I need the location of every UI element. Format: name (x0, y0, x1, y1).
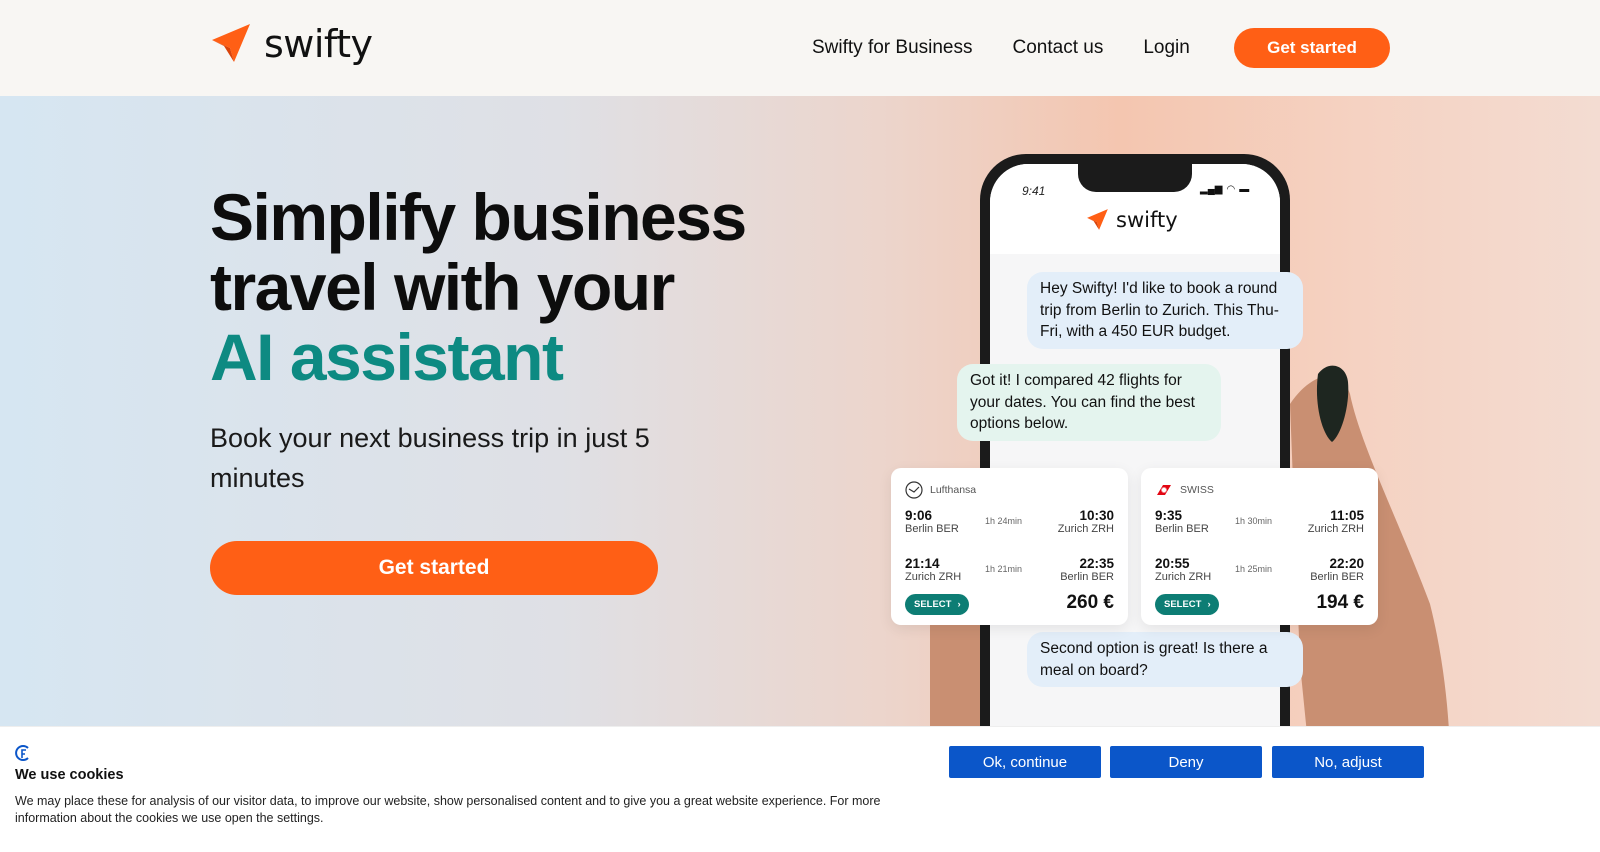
logo-wordmark: swifty (264, 22, 373, 66)
chat-bubble-bot: Got it! I compared 42 flights for your d… (957, 364, 1221, 441)
nav-contact-us[interactable]: Contact us (1013, 37, 1104, 59)
card-footer: SELECT › 260 € (905, 592, 1114, 620)
departure-airport: Berlin BER (905, 523, 959, 535)
flight-card[interactable]: Lufthansa 9:06 Berlin BER 1h 24min 10:30… (891, 468, 1128, 625)
hero-subtitle: Book your next business trip in just 5 m… (210, 423, 650, 493)
header-get-started-button[interactable]: Get started (1234, 28, 1390, 68)
arrival-time: 10:30 (1079, 508, 1114, 523)
departure-time: 20:55 (1155, 556, 1190, 571)
phone-notch (1078, 164, 1192, 192)
cookie-adjust-button[interactable]: No, adjust (1272, 746, 1424, 778)
cookie-description: We may place these for analysis of our v… (15, 794, 881, 825)
signal-icon: ▂▄▆ (1200, 184, 1223, 195)
hero-title-line1: Simplify business (210, 180, 747, 254)
flight-leg-outbound: 9:06 Berlin BER 1h 24min 10:30 Zurich ZR… (905, 508, 1114, 548)
chat-bubble-user: Hey Swifty! I'd like to book a round tri… (1027, 272, 1303, 349)
airline-row: SWISS (1155, 480, 1364, 500)
flight-price: 260 € (1066, 592, 1114, 613)
hero-title-accent: AI assistant (210, 320, 564, 394)
wifi-icon: ◠ (1226, 184, 1236, 195)
flight-leg-return: 21:14 Zurich ZRH 1h 21min 22:35 Berlin B… (905, 556, 1114, 596)
phone-app-logo: swifty (1086, 208, 1178, 232)
select-label: SELECT (914, 599, 952, 610)
swiss-logo-icon (1157, 485, 1171, 495)
flight-duration: 1h 21min (985, 564, 1023, 574)
flight-duration: 1h 25min (1235, 564, 1273, 574)
departure-airport: Berlin BER (1155, 523, 1209, 535)
cookie-title: We use cookies (15, 767, 124, 783)
hero-section: Simplify business travel with your AI as… (0, 96, 1600, 726)
flight-card[interactable]: SWISS 9:35 Berlin BER 1h 30min 11:05 Zur… (1141, 468, 1378, 625)
arrival-time: 22:20 (1329, 556, 1364, 571)
flight-price: 194 € (1316, 592, 1364, 613)
cookie-ok-continue-button[interactable]: Ok, continue (949, 746, 1101, 778)
swifty-logo[interactable]: swifty (210, 22, 373, 66)
departure-time: 21:14 (905, 556, 940, 571)
hero-title-line2: travel with your (210, 250, 675, 324)
cookie-deny-button[interactable]: Deny (1110, 746, 1262, 778)
card-footer: SELECT › 194 € (1155, 592, 1364, 620)
departure-airport: Zurich ZRH (1155, 571, 1212, 583)
arrival-airport: Zurich ZRH (1057, 523, 1114, 535)
airline-name: Lufthansa (930, 484, 977, 496)
arrival-airport: Berlin BER (1310, 571, 1364, 583)
arrival-airport: Zurich ZRH (1307, 523, 1364, 535)
hero-get-started-button[interactable]: Get started (210, 541, 658, 595)
flight-duration: 1h 24min (985, 516, 1023, 526)
flight-duration: 1h 30min (1235, 516, 1273, 526)
phone-app-header: 9:41 ▂▄▆ ◠ ▬ swifty (990, 164, 1280, 254)
select-flight-button[interactable]: SELECT › (905, 594, 969, 615)
airline-name: SWISS (1180, 484, 1214, 496)
nav-swifty-for-business[interactable]: Swifty for Business (812, 37, 973, 59)
phone-app-name: swifty (1116, 208, 1178, 232)
departure-time: 9:06 (905, 508, 933, 523)
airline-row: Lufthansa (905, 480, 1114, 500)
swifty-logo-icon (1087, 209, 1108, 230)
cookie-banner: We use cookies We may place these for an… (0, 726, 1600, 852)
chat-bubble-user: Second option is great! Is there a meal … (1027, 632, 1303, 687)
select-label: SELECT (1164, 599, 1202, 610)
nav-login[interactable]: Login (1143, 37, 1190, 59)
arrival-time: 11:05 (1330, 508, 1364, 523)
swifty-logo-icon (212, 24, 250, 62)
main-nav: Swifty for Business Contact us Login (812, 28, 1230, 68)
lufthansa-logo-icon (905, 481, 923, 499)
phone-status-time: 9:41 (1022, 184, 1046, 198)
cookie-consent-icon (15, 745, 29, 761)
arrival-airport: Berlin BER (1060, 571, 1114, 583)
flight-leg-outbound: 9:35 Berlin BER 1h 30min 11:05 Zurich ZR… (1155, 508, 1364, 548)
arrival-time: 22:35 (1079, 556, 1114, 571)
hero-title: Simplify business travel with your AI as… (210, 182, 810, 392)
phone-status-icons: ▂▄▆ ◠ ▬ (1200, 184, 1249, 195)
departure-airport: Zurich ZRH (905, 571, 962, 583)
site-header: swifty Swifty for Business Contact us Lo… (0, 0, 1600, 96)
battery-icon: ▬ (1239, 184, 1250, 195)
chevron-right-icon: › (957, 599, 961, 610)
chevron-right-icon: › (1207, 599, 1211, 610)
select-flight-button[interactable]: SELECT › (1155, 594, 1219, 615)
flight-leg-return: 20:55 Zurich ZRH 1h 25min 22:20 Berlin B… (1155, 556, 1364, 596)
departure-time: 9:35 (1155, 508, 1183, 523)
